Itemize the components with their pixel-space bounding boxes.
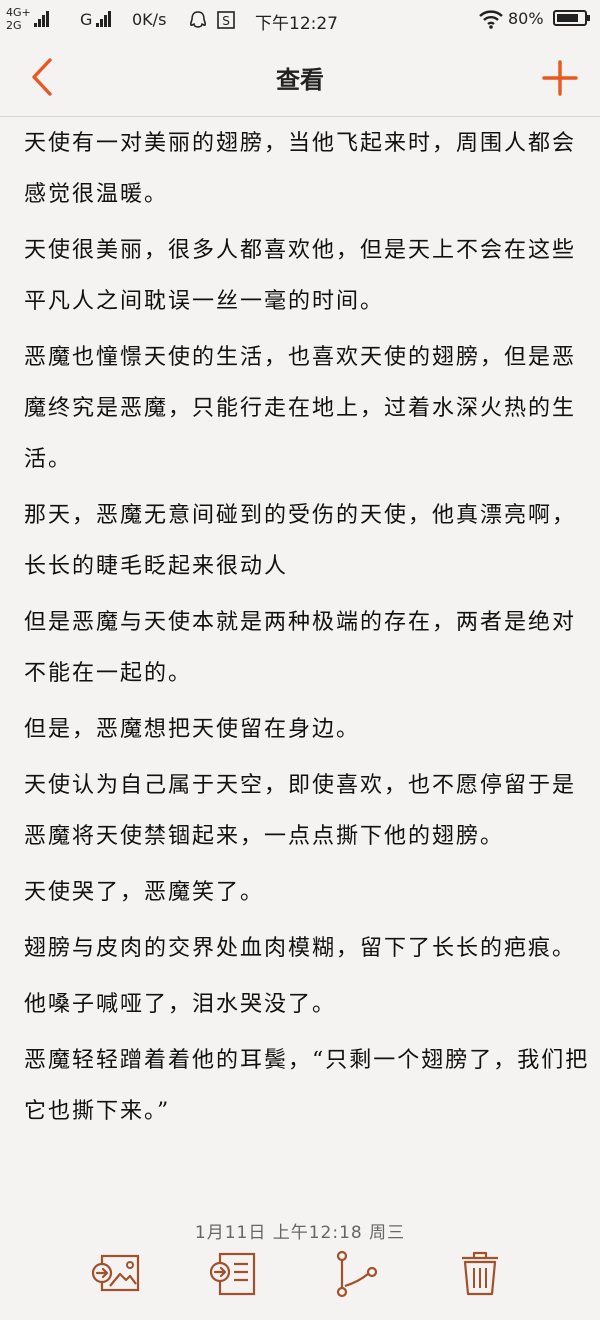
share-button[interactable] (328, 1248, 384, 1300)
battery-icon (553, 10, 590, 26)
note-paragraph: 那天，恶魔无意间碰到的受伤的天使，他真漂亮啊，长长的睫毛眨起来很动人 (24, 503, 577, 579)
app-notification-icon: S (217, 11, 235, 29)
plus-icon (542, 60, 578, 96)
bottom-toolbar (0, 1244, 600, 1304)
share-icon (336, 1250, 378, 1298)
note-paragraph: 恶魔轻轻蹭着着他的耳鬓，“只剩一个翅膀了，我们把它也撕下来。” (24, 1048, 590, 1124)
battery-level (557, 14, 578, 22)
note-paragraph: 天使哭了，恶魔笑了。 (24, 880, 265, 905)
note-body[interactable]: 天使有一对美丽的翅膀，当他飞起来时，周围人都会感觉很温暖。 天使很美丽，很多人都… (24, 118, 590, 1142)
note-paragraph: 但是恶魔与天使本就是两种极端的存在，两者是绝对不能在一起的。 (24, 610, 577, 686)
signal-icon-2 (96, 11, 111, 27)
page-title: 查看 (276, 66, 324, 94)
battery-percent: 80% (508, 9, 544, 28)
note-paragraph: 恶魔也憧憬天使的生活，也喜欢天使的翅膀，但是恶魔终究是恶魔，只能行走在地上，过着… (24, 345, 577, 472)
network-g: G (80, 10, 93, 29)
trash-icon (462, 1251, 498, 1296)
add-button[interactable] (538, 56, 582, 100)
network-speed: 0K/s (132, 10, 167, 29)
note-paragraph: 他嗓子喊哑了，泪水哭没了。 (24, 992, 337, 1017)
svg-text:S: S (222, 14, 230, 28)
network-type-bottom: 2G (6, 19, 22, 32)
note-paragraph: 天使认为自己属于天空，即使喜欢，也不愿停留于是恶魔将天使禁锢起来，一点点撕下他的… (24, 773, 577, 849)
export-image-icon (91, 1254, 140, 1292)
export-text-icon (209, 1252, 256, 1296)
network-type: 4G+ 2G (6, 6, 31, 32)
network-type-top: 4G+ (6, 6, 31, 19)
note-paragraph: 翅膀与皮肉的交界处血肉模糊，留下了长长的疤痕。 (24, 936, 577, 961)
export-text-button[interactable] (204, 1248, 260, 1300)
note-paragraph: 天使很美丽，很多人都喜欢他，但是天上不会在这些平凡人之间耽误一丝一毫的时间。 (24, 238, 577, 314)
signal-icon (34, 11, 49, 27)
status-bar: 4G+ 2G G 0K/s S 下午12:27 80% (0, 0, 600, 40)
qq-icon (189, 11, 207, 28)
export-image-button[interactable] (88, 1248, 144, 1300)
note-paragraph: 天使有一对美丽的翅膀，当他飞起来时，周围人都会感觉很温暖。 (24, 131, 577, 207)
nav-bar: 查看 (0, 40, 600, 117)
clock: 下午12:27 (255, 14, 338, 34)
wifi-icon (479, 10, 503, 29)
delete-button[interactable] (452, 1248, 508, 1300)
note-paragraph: 但是，恶魔想把天使留在身边。 (24, 717, 361, 742)
note-date: 1月11日 上午12:18 周三 (194, 1223, 406, 1243)
